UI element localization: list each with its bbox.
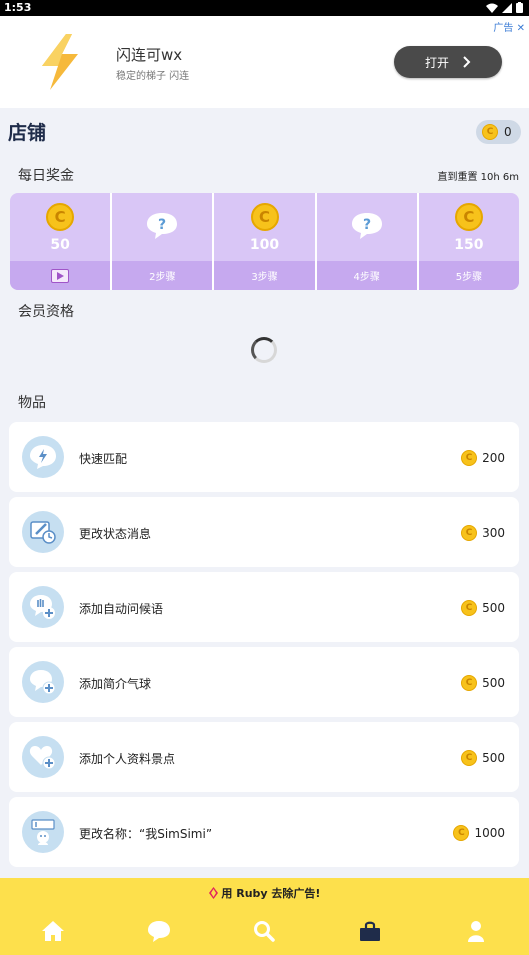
lightning-bubble-icon	[22, 436, 64, 478]
remove-ads-label: 用 Ruby 去除广告!	[221, 887, 321, 900]
item-price[interactable]: C 500	[461, 675, 505, 691]
item-name: 更改名称：“我SimSimi”	[79, 827, 213, 841]
person-icon	[468, 921, 485, 942]
svg-text:?: ?	[158, 217, 166, 233]
step-amount: 100	[249, 237, 280, 253]
ad-open-button[interactable]: 打开	[394, 46, 502, 78]
step-footer: 5步骤	[418, 261, 519, 290]
item-change-status[interactable]: 更改状态消息 C 300	[9, 497, 519, 567]
item-quick-match[interactable]: 快速匹配 C 200	[9, 422, 519, 492]
coin-icon: C	[454, 203, 483, 231]
wifi-icon	[486, 3, 498, 13]
daily-step-1[interactable]: C 50	[10, 193, 113, 290]
items-label: 物品	[18, 395, 46, 411]
step-amount: 150	[454, 237, 484, 253]
battery-icon	[516, 2, 523, 13]
heart-add-icon	[22, 736, 64, 778]
page-title: 店铺	[8, 122, 47, 144]
item-price-value: 500	[482, 601, 505, 615]
ad-open-label: 打开	[424, 55, 449, 70]
item-intro-bubble[interactable]: 添加简介气球 C 500	[9, 647, 519, 717]
rename-icon	[22, 811, 64, 853]
remove-ads-promo[interactable]: 用 Ruby 去除广告!	[0, 885, 529, 901]
loading-spinner-icon	[251, 337, 277, 363]
item-price-value: 500	[482, 751, 505, 765]
status-bar: 1:53	[0, 0, 529, 16]
item-rename[interactable]: 更改名称：“我SimSimi” C 1000	[9, 797, 519, 867]
system-icons	[486, 2, 523, 13]
shopping-bag-icon	[360, 921, 381, 941]
watch-video-icon[interactable]	[51, 268, 70, 283]
coin-icon: C	[453, 825, 470, 841]
item-price-value: 200	[482, 451, 505, 465]
item-price-value: 300	[482, 526, 505, 540]
step-footer: 4步骤	[316, 261, 417, 290]
ad-tag[interactable]: 广告 ✕	[493, 19, 525, 34]
reset-timer: 直到重置 10h 6m	[437, 172, 519, 183]
nav-search[interactable]	[212, 914, 318, 948]
daily-step-2[interactable]: ? 2步骤	[112, 193, 215, 290]
status-time: 1:53	[4, 1, 32, 14]
lightning-logo-icon	[42, 34, 78, 90]
coin-icon: C	[250, 203, 279, 231]
nav-profile[interactable]	[423, 914, 529, 948]
daily-bonus-strip: C 50 ? 2步骤 C 100 3步骤 ? 4步骤 C 150 5步骤	[10, 193, 519, 290]
daily-step-3[interactable]: C 100 3步骤	[214, 193, 317, 290]
coin-icon: C	[482, 124, 498, 140]
item-price-value: 500	[482, 676, 505, 690]
ad-banner[interactable]: 闪连可wx 稳定的梯子 闪连 广告 ✕ 打开	[0, 16, 529, 108]
close-icon[interactable]: ✕	[517, 23, 525, 34]
item-price[interactable]: C 300	[461, 525, 505, 541]
bottom-bar: 用 Ruby 去除广告!	[0, 878, 529, 955]
item-name: 添加个人资料景点	[79, 752, 176, 766]
search-icon	[254, 921, 276, 942]
item-price[interactable]: C 1000	[453, 825, 505, 841]
daily-step-5[interactable]: C 150 5步骤	[418, 193, 519, 290]
item-name: 更改状态消息	[79, 527, 152, 541]
item-price-value: 1000	[474, 826, 505, 840]
nav-home[interactable]	[0, 914, 106, 948]
chat-bubble-icon	[147, 921, 170, 942]
bubble-add-icon	[22, 661, 64, 703]
coin-icon: C	[461, 600, 478, 616]
nav-chat[interactable]	[106, 914, 212, 948]
mystery-bubble-icon: ?	[147, 213, 178, 239]
item-name: 快速匹配	[79, 452, 128, 466]
ruby-icon	[208, 887, 218, 899]
bottom-nav	[0, 914, 529, 948]
ad-subtitle: 稳定的梯子 闪连	[116, 71, 190, 82]
signal-icon	[502, 2, 512, 13]
daily-step-4[interactable]: ? 4步骤	[316, 193, 419, 290]
chevron-right-icon	[463, 56, 471, 68]
coin-icon: C	[461, 525, 478, 541]
mystery-bubble-icon: ?	[351, 213, 382, 239]
coin-balance[interactable]: C 0	[476, 120, 521, 144]
coin-icon: C	[461, 750, 478, 766]
item-profile-spot[interactable]: 添加个人资料景点 C 500	[9, 722, 519, 792]
coin-balance-value: 0	[504, 125, 512, 139]
item-name: 添加简介气球	[79, 677, 152, 691]
coin-icon: C	[461, 675, 478, 691]
daily-bonus-label: 每日奖金	[18, 168, 74, 184]
item-name: 添加自动问候语	[79, 602, 164, 616]
item-price[interactable]: C 500	[461, 600, 505, 616]
edit-status-icon	[22, 511, 64, 553]
membership-label: 会员资格	[18, 304, 74, 320]
step-footer: 2步骤	[112, 261, 213, 290]
coin-icon: C	[46, 203, 75, 231]
item-price[interactable]: C 200	[461, 450, 505, 466]
step-footer: 3步骤	[214, 261, 315, 290]
items-list: 快速匹配 C 200 更改状态消息 C 300 添加自动问候语 C 500 添加简介气…	[9, 422, 519, 872]
ad-title: 闪连可wx	[116, 46, 183, 64]
step-amount: 50	[50, 237, 70, 253]
home-icon	[41, 921, 64, 941]
ad-tag-label: 广告	[493, 23, 514, 34]
item-auto-greeting[interactable]: 添加自动问候语 C 500	[9, 572, 519, 642]
nav-shop[interactable]	[317, 914, 423, 948]
item-price[interactable]: C 500	[461, 750, 505, 766]
coin-icon: C	[461, 450, 478, 466]
greeting-add-icon	[22, 586, 64, 628]
svg-text:?: ?	[363, 217, 371, 233]
